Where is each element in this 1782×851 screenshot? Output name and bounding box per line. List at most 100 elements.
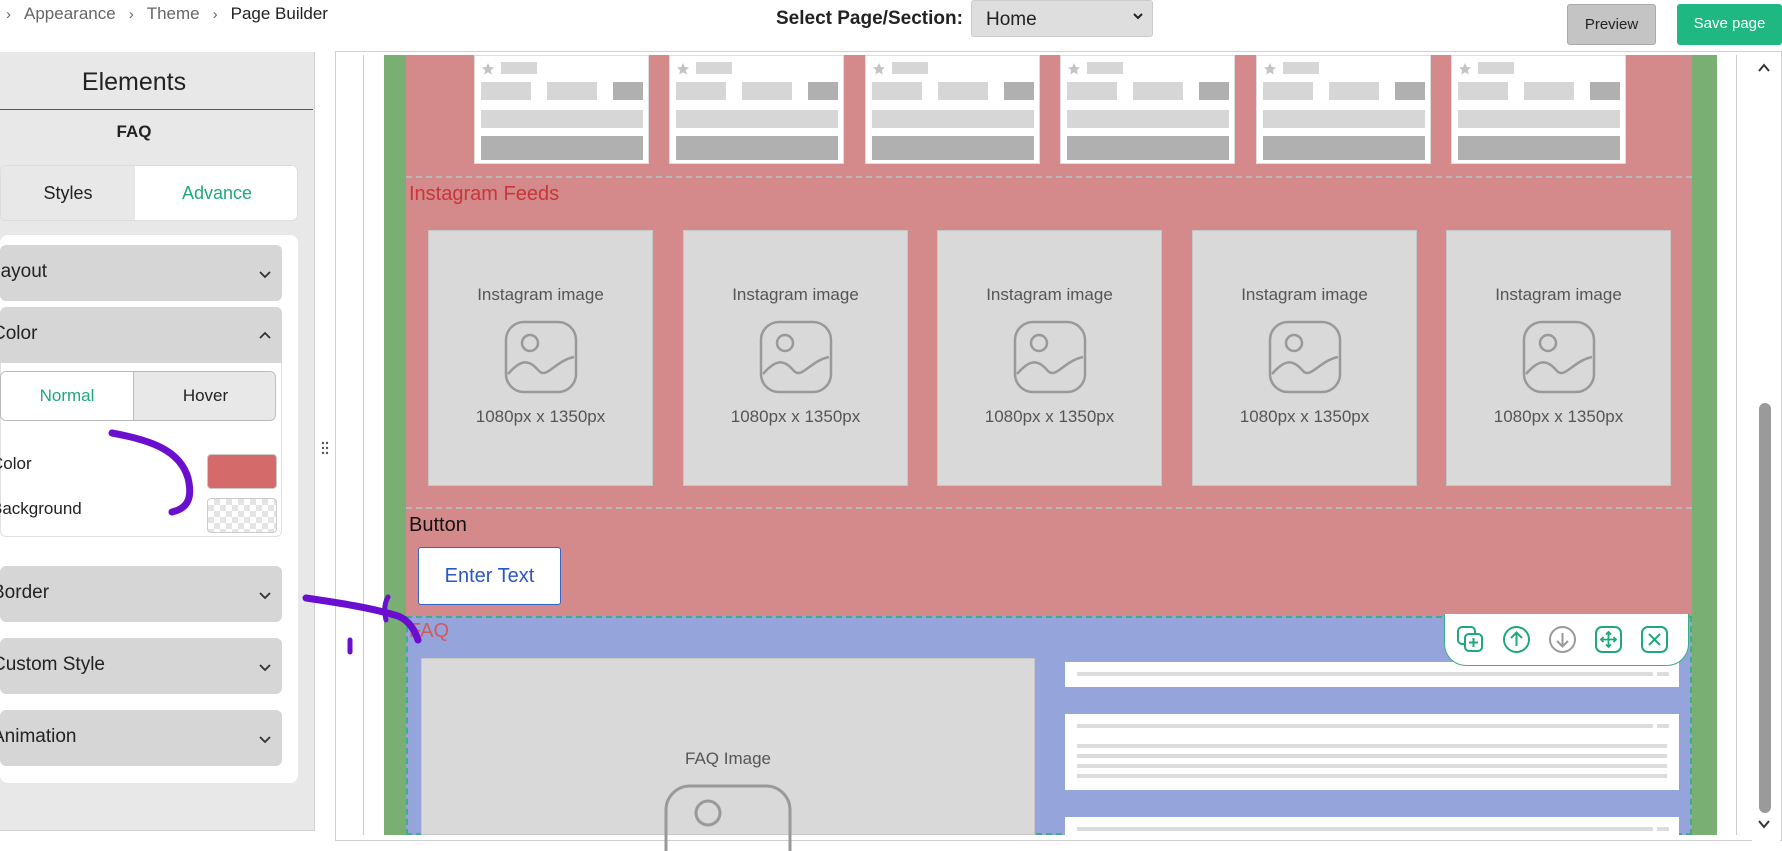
accordion-animation[interactable]: Animation: [0, 710, 282, 766]
star-icon: [1264, 63, 1276, 75]
chevron-down-icon: [259, 736, 271, 744]
skeleton-bar: [1329, 82, 1379, 100]
faq-item[interactable]: [1065, 817, 1679, 835]
product-card[interactable]: [669, 55, 844, 164]
panel-title: Elements: [81, 68, 187, 96]
skeleton-bar: [1263, 82, 1313, 100]
star-icon: [1068, 63, 1080, 75]
accordion-border[interactable]: Border: [0, 566, 282, 622]
accordion-label: Animation: [0, 726, 77, 747]
skeleton-bar: [1590, 82, 1620, 100]
skeleton-bar: [481, 110, 643, 128]
faq-item[interactable]: [1065, 714, 1679, 790]
element-toolbar: [1444, 614, 1689, 666]
tab-hover[interactable]: Hover: [134, 372, 275, 420]
skeleton-bar: [1067, 82, 1117, 100]
product-card[interactable]: [1256, 55, 1431, 164]
instagram-card[interactable]: Instagram image 1080px x 1350px: [1446, 230, 1671, 486]
breadcrumb: › Appearance › Theme › Page Builder: [6, 2, 328, 26]
skeleton-bar: [1458, 82, 1508, 100]
faq-line: [1077, 827, 1653, 831]
move-up-icon[interactable]: [1502, 625, 1531, 654]
skeleton-bar: [676, 136, 838, 160]
product-card[interactable]: [1060, 55, 1235, 164]
instagram-card[interactable]: Instagram image 1080px x 1350px: [683, 230, 908, 486]
skeleton-bar: [481, 82, 531, 100]
top-bar: › Appearance › Theme › Page Builder Sele…: [0, 0, 1782, 50]
skeleton-bar: [481, 136, 643, 160]
accordion-layout[interactable]: Layout: [0, 245, 282, 301]
section-divider: [406, 176, 1692, 178]
faq-line: [1077, 744, 1667, 748]
color-swatch[interactable]: [207, 454, 277, 489]
duplicate-icon[interactable]: [1456, 625, 1485, 654]
faq-image-placeholder[interactable]: FAQ Image: [421, 658, 1035, 851]
star-icon: [1459, 63, 1471, 75]
image-placeholder-icon: [1268, 320, 1342, 394]
instagram-card-size: 1080px x 1350px: [984, 407, 1115, 426]
color-label: Color: [0, 454, 32, 473]
skeleton-bar: [872, 82, 922, 100]
skeleton-bar: [742, 82, 792, 100]
scroll-down-icon[interactable]: [1757, 818, 1771, 830]
move-down-icon[interactable]: [1548, 625, 1577, 654]
accordion-custom-style[interactable]: Custom Style: [0, 638, 282, 694]
skeleton-bar: [547, 82, 597, 100]
elements-panel: Elements FAQ Styles Advance Layout Color…: [0, 52, 315, 831]
drag-handle-icon[interactable]: [320, 440, 330, 456]
skeleton-bar: [808, 82, 838, 100]
background-swatch[interactable]: [207, 498, 277, 533]
image-placeholder-icon: [1013, 320, 1087, 394]
instagram-card[interactable]: Instagram image 1080px x 1350px: [937, 230, 1162, 486]
faq-line: [1077, 724, 1653, 728]
scroll-up-icon[interactable]: [1757, 62, 1771, 74]
star-icon: [677, 63, 689, 75]
instagram-card[interactable]: Instagram image 1080px x 1350px: [1192, 230, 1417, 486]
skeleton-bar: [696, 62, 732, 74]
instagram-card-title: Instagram image: [1495, 285, 1622, 304]
chevron-right-icon: ›: [6, 5, 11, 23]
tab-styles[interactable]: Styles: [1, 166, 135, 220]
skeleton-bar: [676, 82, 726, 100]
skeleton-bar: [1478, 62, 1514, 74]
tab-normal[interactable]: Normal: [1, 372, 134, 420]
instagram-card-size: 1080px x 1350px: [1239, 407, 1370, 426]
faq-image-title: FAQ Image: [685, 749, 771, 768]
preview-button[interactable]: Preview: [1567, 4, 1656, 45]
instagram-card-size: 1080px x 1350px: [1493, 407, 1624, 426]
instagram-card-title: Instagram image: [1241, 285, 1368, 304]
enter-text-button[interactable]: Enter Text: [418, 547, 561, 605]
breadcrumb-theme[interactable]: Theme: [147, 4, 200, 24]
chevron-right-icon: ›: [128, 5, 134, 23]
panel-tabs: Styles Advance: [0, 165, 298, 221]
chevron-up-icon: [259, 331, 271, 339]
product-card[interactable]: [474, 55, 649, 164]
page-section-select[interactable]: Home: [971, 0, 1153, 37]
chevron-down-icon: [259, 664, 271, 672]
selected-element-name: FAQ: [116, 122, 152, 141]
skeleton-bar: [1458, 136, 1620, 160]
instagram-card-size: 1080px x 1350px: [730, 407, 861, 426]
star-icon: [873, 63, 885, 75]
instagram-card-title: Instagram image: [477, 285, 604, 304]
page-select-value: Home: [986, 9, 1037, 30]
skeleton-bar: [1067, 136, 1229, 160]
delete-icon[interactable]: [1640, 625, 1669, 654]
chevron-down-icon: [259, 271, 271, 279]
faq-line: [1077, 754, 1667, 758]
scrollbar-thumb[interactable]: [1759, 403, 1771, 813]
instagram-card[interactable]: Instagram image 1080px x 1350px: [428, 230, 653, 486]
accordion-color[interactable]: Color: [0, 307, 282, 363]
save-page-button[interactable]: Save page: [1677, 4, 1782, 45]
product-card[interactable]: [1451, 55, 1626, 164]
skeleton-bar: [1458, 110, 1620, 128]
move-icon[interactable]: [1594, 625, 1623, 654]
product-card[interactable]: [865, 55, 1040, 164]
star-icon: [482, 63, 494, 75]
faq-section-label: FAQ: [409, 620, 450, 642]
skeleton-bar: [892, 62, 928, 74]
breadcrumb-appearance[interactable]: Appearance: [24, 4, 116, 24]
button-section-label: Button: [409, 514, 467, 536]
image-placeholder-icon: [664, 784, 792, 851]
tab-advance[interactable]: Advance: [135, 166, 297, 220]
